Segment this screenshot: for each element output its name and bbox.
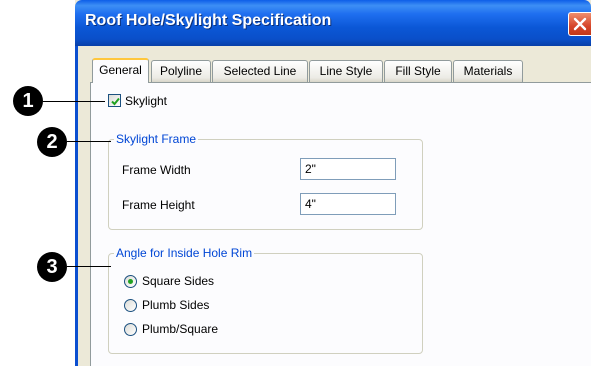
radio-plumb-sides[interactable] xyxy=(124,299,137,312)
callout-3: 3 xyxy=(37,252,67,282)
callout-1-leader xyxy=(43,101,105,102)
tab-general[interactable]: General xyxy=(92,58,149,83)
tab-label: General xyxy=(99,63,142,77)
title-bar[interactable]: Roof Hole/Skylight Specification xyxy=(75,0,591,46)
skylight-label[interactable]: Skylight xyxy=(125,94,167,108)
frame-width-input[interactable]: 2" xyxy=(300,158,396,180)
radio-selected-dot xyxy=(128,279,133,284)
callout-3-leader xyxy=(67,266,111,267)
tab-label: Fill Style xyxy=(395,64,441,78)
callout-2-leader xyxy=(67,141,111,142)
checkmark-icon xyxy=(111,97,120,106)
tab-line-style[interactable]: Line Style xyxy=(309,60,383,82)
tab-fill-style[interactable]: Fill Style xyxy=(384,60,452,82)
frame-height-input[interactable]: 4" xyxy=(300,193,396,215)
tab-polyline[interactable]: Polyline xyxy=(151,60,211,82)
frame-height-label: Frame Height xyxy=(122,198,195,212)
callout-2: 2 xyxy=(37,127,67,157)
callout-1: 1 xyxy=(13,86,43,116)
tab-materials[interactable]: Materials xyxy=(453,60,523,82)
tab-label: Polyline xyxy=(159,64,203,78)
radio-label-square-sides[interactable]: Square Sides xyxy=(142,274,214,288)
frame-width-label: Frame Width xyxy=(122,163,191,177)
tab-label: Materials xyxy=(463,64,513,78)
radio-plumb-square[interactable] xyxy=(124,323,137,336)
radio-label-plumb-square[interactable]: Plumb/Square xyxy=(142,322,218,336)
radio-label-plumb-sides[interactable]: Plumb Sides xyxy=(142,298,209,312)
tab-label: Line Style xyxy=(319,64,373,78)
skylight-frame-title: Skylight Frame xyxy=(114,132,199,146)
radio-square-sides[interactable] xyxy=(124,275,137,288)
tab-label: Selected Line xyxy=(223,64,297,78)
tab-selected-line[interactable]: Selected Line xyxy=(212,60,308,82)
close-button[interactable] xyxy=(568,12,591,36)
window-title: Roof Hole/Skylight Specification xyxy=(85,12,332,29)
skylight-frame-group xyxy=(108,139,423,230)
close-icon xyxy=(573,17,587,31)
skylight-checkbox[interactable] xyxy=(108,94,121,107)
angle-group-title: Angle for Inside Hole Rim xyxy=(114,246,255,260)
